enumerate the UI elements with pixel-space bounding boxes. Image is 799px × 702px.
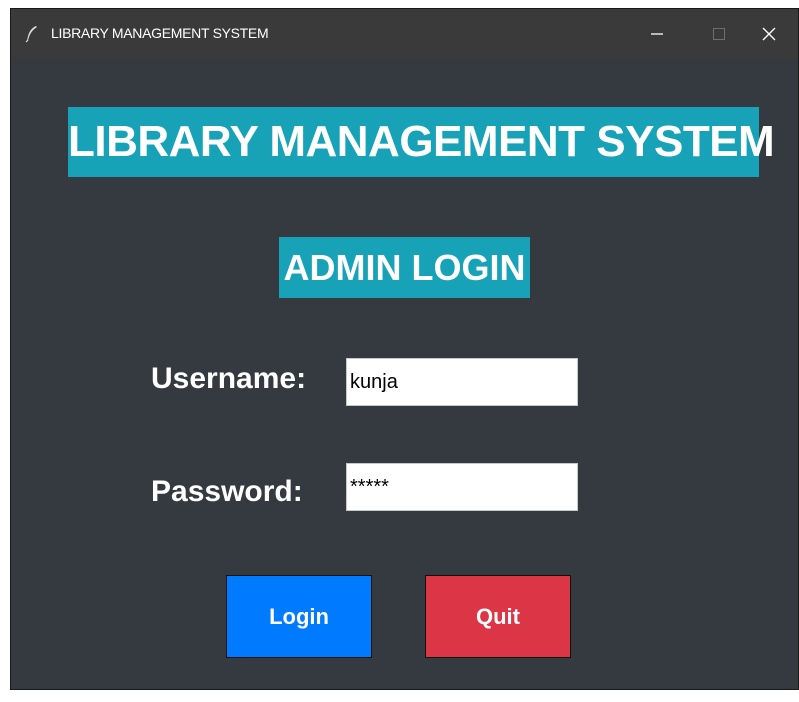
feather-icon [25, 25, 39, 43]
window-title: LIBRARY MANAGEMENT SYSTEM [51, 25, 269, 41]
minimize-icon [651, 33, 663, 35]
title-bar[interactable]: LIBRARY MANAGEMENT SYSTEM [11, 9, 798, 59]
maximize-icon [713, 28, 725, 40]
login-button[interactable]: Login [226, 575, 372, 658]
password-field[interactable] [346, 463, 578, 511]
admin-login-heading: ADMIN LOGIN [279, 237, 530, 298]
username-label: Username: [151, 362, 307, 395]
username-field[interactable] [346, 358, 578, 406]
app-window: LIBRARY MANAGEMENT SYSTEM LIBRARY MANAGE… [10, 8, 799, 690]
app-heading: LIBRARY MANAGEMENT SYSTEM [68, 107, 775, 177]
minimize-button[interactable] [626, 9, 688, 59]
password-label: Password: [151, 475, 303, 508]
close-icon [762, 27, 776, 41]
close-button[interactable] [738, 9, 799, 59]
quit-button[interactable]: Quit [425, 575, 571, 658]
